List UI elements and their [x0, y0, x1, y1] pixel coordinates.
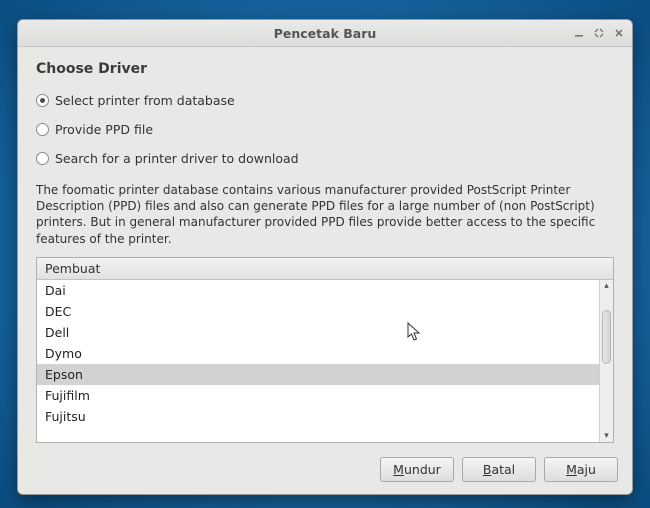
manufacturer-list: Pembuat DaiDECDellDymoEpsonFujifilmFujit…	[36, 257, 614, 443]
window-controls	[570, 20, 628, 46]
column-header[interactable]: Pembuat	[37, 258, 613, 280]
radio-provide-ppd[interactable]: Provide PPD file	[36, 122, 614, 137]
radio-icon	[36, 94, 49, 107]
page-heading: Choose Driver	[36, 61, 614, 77]
list-item[interactable]: Dymo	[37, 343, 599, 364]
list-item[interactable]: Epson	[37, 364, 599, 385]
scroll-thumb[interactable]	[602, 310, 611, 364]
list-item[interactable]: Dell	[37, 322, 599, 343]
radio-label: Provide PPD file	[55, 122, 153, 137]
radio-search-download[interactable]: Search for a printer driver to download	[36, 151, 614, 166]
scroll-down-icon[interactable]: ▾	[600, 429, 613, 442]
window-title: Pencetak Baru	[18, 26, 632, 41]
list-item[interactable]: Fujitsu	[37, 406, 599, 427]
back-button[interactable]: Mundur	[380, 457, 454, 482]
dialog-content: Choose Driver Select printer from databa…	[18, 47, 632, 447]
list-item[interactable]	[37, 427, 599, 439]
button-bar: Mundur Batal Maju	[18, 447, 632, 494]
description-text: The foomatic printer database contains v…	[36, 182, 614, 247]
minimize-icon[interactable]	[570, 24, 588, 42]
maximize-icon[interactable]	[590, 24, 608, 42]
radio-icon	[36, 123, 49, 136]
cancel-button[interactable]: Batal	[462, 457, 536, 482]
close-icon[interactable]	[610, 24, 628, 42]
scroll-up-icon[interactable]: ▴	[600, 280, 613, 293]
list-item[interactable]: Fujifilm	[37, 385, 599, 406]
scrollbar[interactable]: ▴ ▾	[599, 280, 613, 442]
dialog-window: Pencetak Baru Choose Driver Select print…	[17, 19, 633, 495]
radio-label: Select printer from database	[55, 93, 235, 108]
list-items-container[interactable]: DaiDECDellDymoEpsonFujifilmFujitsu	[37, 280, 599, 442]
list-body: DaiDECDellDymoEpsonFujifilmFujitsu ▴ ▾	[37, 280, 613, 442]
forward-button[interactable]: Maju	[544, 457, 618, 482]
list-item[interactable]: Dai	[37, 280, 599, 301]
radio-label: Search for a printer driver to download	[55, 151, 299, 166]
radio-select-from-database[interactable]: Select printer from database	[36, 93, 614, 108]
titlebar: Pencetak Baru	[18, 20, 632, 47]
radio-icon	[36, 152, 49, 165]
list-item[interactable]: DEC	[37, 301, 599, 322]
